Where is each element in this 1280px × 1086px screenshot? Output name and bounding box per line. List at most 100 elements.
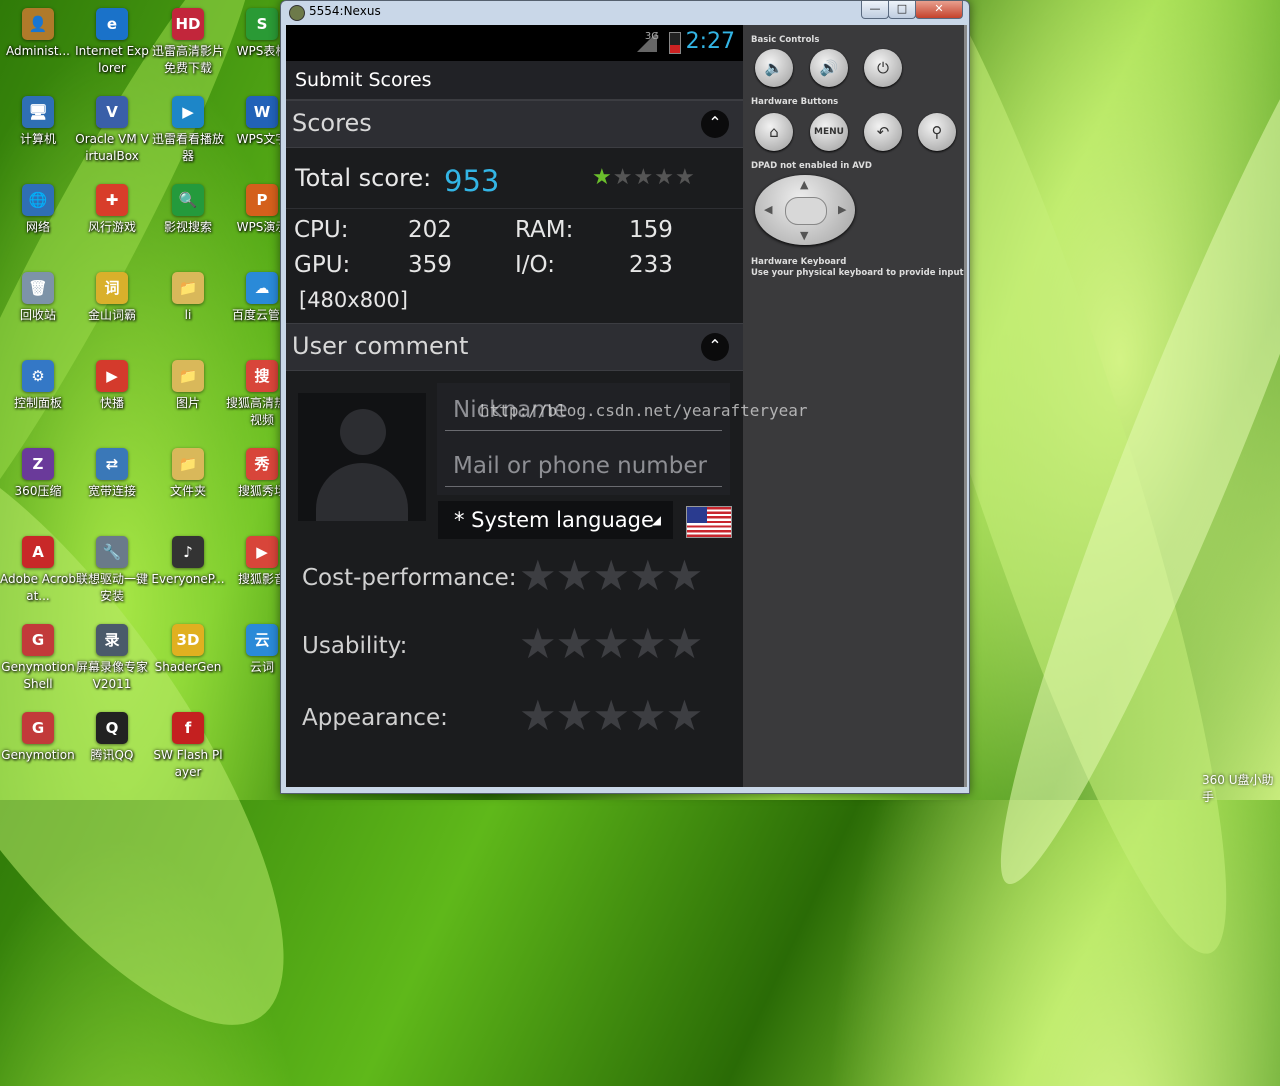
desktop-icon-label: SW Flash Player [153,748,223,779]
app-icon: ▶ [246,536,278,568]
desktop-icon-label: 快播 [99,396,124,410]
desktop-icon-label: 风行游戏 [87,220,136,234]
rating-star-icon[interactable]: ★ [519,691,557,740]
desktop-icon[interactable]: 👤 Administ... [0,8,76,60]
ram-label: RAM: [515,217,574,243]
desktop-icon[interactable]: 词金山词霸 [74,272,150,324]
desktop-icon[interactable]: f SW Flash Player [150,712,226,781]
rating-stars[interactable]: ★★★★★ [519,551,704,600]
app-icon: W [246,96,278,128]
desktop-icon-label: 迅雷看看播放器 [151,132,224,163]
rating-star-icon[interactable]: ★ [666,691,704,740]
rating-star-icon[interactable]: ★ [592,551,630,600]
close-button[interactable]: ✕ [915,1,963,19]
basic-controls-label: Basic Controls [751,35,820,45]
comment-header-label: User comment [292,332,469,360]
desktop-icon-label: Internet Explorer [75,44,149,75]
contact-field[interactable]: Mail or phone number [437,439,730,495]
desktop-icon[interactable]: 录屏幕录像专家V2011 [74,624,150,693]
menu-button[interactable]: MENU [810,113,848,151]
desktop-icon[interactable]: HD 迅雷高清影片免费下载 [150,8,226,77]
window-scrollbar[interactable] [964,25,967,787]
desktop-icon[interactable]: G Genymotion [0,712,76,764]
desktop-icon[interactable]: ▶ 迅雷看看播放器 [150,96,226,165]
app-icon: 👤 [22,8,54,40]
desktop-icon[interactable]: 🗑 回收站 [0,272,76,324]
rating-star-icon[interactable]: ★ [519,551,557,600]
dpad-right-icon[interactable]: ▶ [838,203,846,216]
rating-star-icon[interactable]: ★ [666,551,704,600]
avatar-placeholder[interactable] [298,393,426,521]
collapse-comment-button[interactable]: ⌃ [701,333,729,361]
rating-star-icon[interactable]: ★ [666,619,704,668]
rating-stars[interactable]: ★★★★★ [519,619,704,668]
language-dropdown[interactable]: * System language ◢ [438,501,673,539]
dpad-center-button[interactable] [785,197,827,225]
rating-star-icon[interactable]: ★ [629,619,667,668]
volume-up-icon[interactable]: 🔊 [810,49,848,87]
desktop-icon[interactable]: 3D ShaderGen [150,624,226,676]
dpad-up-icon[interactable]: ▲ [800,178,808,191]
desktop-icon[interactable]: e Internet Explorer [74,8,150,77]
rating-star-icon: ★ [654,165,675,190]
desktop-icon-label: Adobe Acrobat... [0,572,76,603]
volume-down-icon[interactable]: 🔈 [755,49,793,87]
desktop-icon-label: 金山词霸 [87,308,136,322]
search-icon[interactable]: ⚲ [918,113,956,151]
ram-value: 159 [629,217,673,243]
desktop-icon[interactable]: 🔧 联想驱动一键安装 [74,536,150,605]
dpad-left-icon[interactable]: ◀ [764,203,772,216]
flag-canton [687,507,707,523]
app-icon: ▶ [172,96,204,128]
desktop-icon[interactable]: Q 腾讯QQ [74,712,150,764]
rating-stars[interactable]: ★★★★★ [519,691,704,740]
app-icon: e [96,8,128,40]
desktop-icon[interactable]: G Genymotion Shell [0,624,76,693]
rating-label: Appearance: [302,705,448,731]
dpad-down-icon[interactable]: ▼ [800,229,808,242]
rating-star-icon[interactable]: ★ [629,551,667,600]
rating-star-icon[interactable]: ★ [519,619,557,668]
desktop-icon[interactable]: 🔍 影视搜索 [150,184,226,236]
rating-star-icon[interactable]: ★ [592,619,630,668]
desktop-icon-label: Oracle VM VirtualBox [75,132,149,163]
rating-star-icon[interactable]: ★ [629,691,667,740]
minimize-button[interactable]: — [861,1,889,19]
desktop-icon[interactable]: ▶ 快播 [74,360,150,412]
total-score-label: Total score: [295,164,432,192]
app-icon: 🔍 [172,184,204,216]
dpad[interactable]: ▲ ▼ ◀ ▶ [755,175,855,245]
desktop-icon[interactable]: V Oracle VM VirtualBox [74,96,150,165]
desktop-icon[interactable]: 🖥 计算机 [0,96,76,148]
desktop-icon[interactable]: 📁 文件夹 [150,448,226,500]
desktop-icon[interactable]: ⚙ 控制面板 [0,360,76,412]
desktop-icon[interactable]: ⇄ 宽带连接 [74,448,150,500]
window-title: 5554:Nexus [309,4,381,18]
desktop-icon[interactable]: 📁 li [150,272,226,324]
desktop-icon-label: 腾讯QQ [90,748,134,762]
desktop-icon-label: 计算机 [19,132,56,146]
desktop-icon[interactable]: ✚ 风行游戏 [74,184,150,236]
comment-section-header[interactable]: User comment ⌃ [286,323,743,371]
desktop-icon[interactable]: ♪ EveryoneP... [150,536,226,588]
desktop-icon[interactable]: Z 360压缩 [0,448,76,500]
collapse-scores-button[interactable]: ⌃ [701,110,729,138]
desktop-icon[interactable]: A Adobe Acrobat... [0,536,76,605]
home-icon[interactable]: ⌂ [755,113,793,151]
power-icon[interactable]: ⏻ [864,49,902,87]
rating-star-icon[interactable]: ★ [592,691,630,740]
desktop-icon[interactable]: 📁 图片 [150,360,226,412]
app-icon: 3D [172,624,204,656]
desktop-icon-label: 宽带连接 [87,484,136,498]
rating-star-icon[interactable]: ★ [556,619,594,668]
rating-row: Usability: ★★★★★ [286,619,743,679]
desktop-icon-label: Genymotion [1,748,75,762]
rating-star-icon[interactable]: ★ [556,691,594,740]
app-icon: f [172,712,204,744]
back-icon[interactable]: ↶ [864,113,902,151]
us-flag-icon[interactable] [686,506,732,538]
maximize-button[interactable]: □ [888,1,916,19]
scores-section-header[interactable]: Scores ⌃ [286,100,743,148]
desktop-icon[interactable]: 🌐 网络 [0,184,76,236]
rating-star-icon[interactable]: ★ [556,551,594,600]
